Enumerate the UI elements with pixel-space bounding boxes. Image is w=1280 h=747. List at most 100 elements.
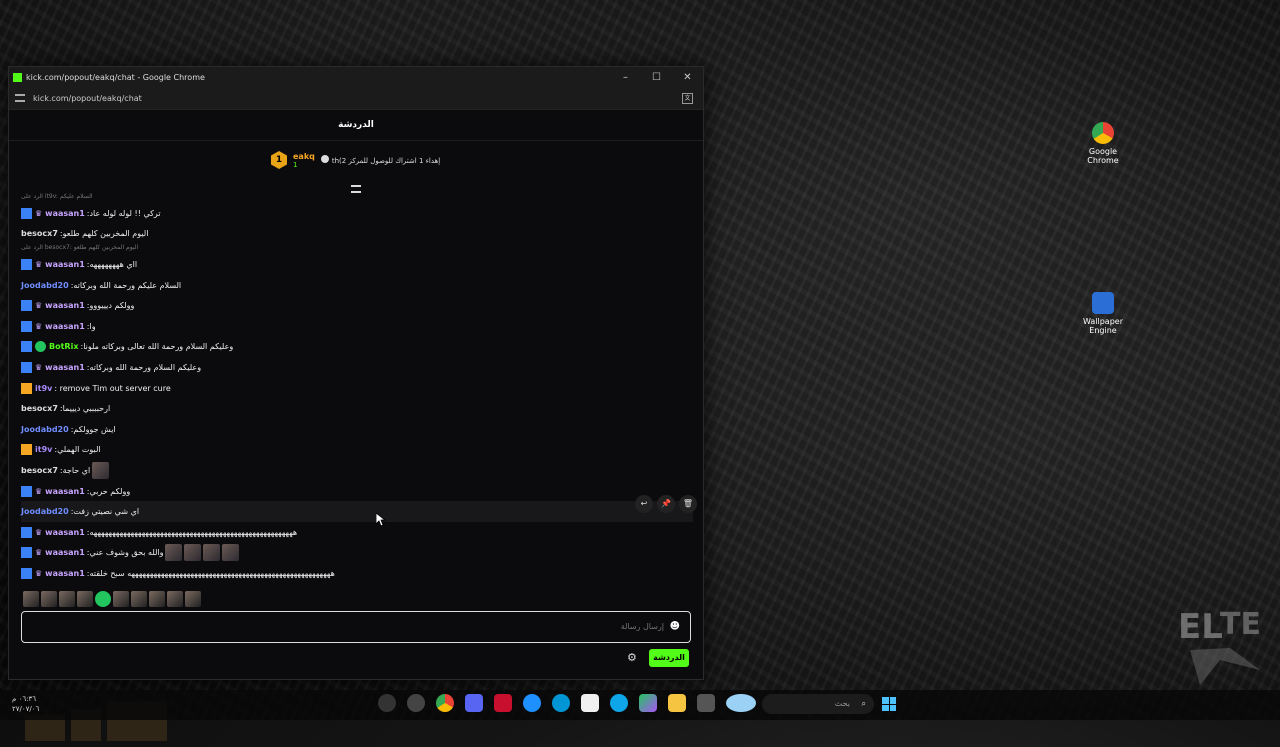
emoji-icon[interactable]: ☻ <box>670 621 680 632</box>
emote[interactable] <box>59 591 75 607</box>
chat-input-box[interactable]: ☻ <box>21 611 691 643</box>
close-button[interactable]: ✕ <box>672 72 703 83</box>
task-view-icon[interactable] <box>697 694 715 712</box>
emote[interactable] <box>167 591 183 607</box>
taskbar-search[interactable]: بحث ⌕ <box>762 694 874 714</box>
chat-username[interactable]: waasan1 <box>45 209 85 218</box>
site-settings-icon[interactable] <box>15 94 25 102</box>
translate-icon[interactable]: 文 <box>682 92 693 104</box>
pinned-user[interactable]: eakq <box>293 152 315 161</box>
mcafee-icon[interactable] <box>494 694 512 712</box>
hp-icon[interactable] <box>552 694 570 712</box>
emote[interactable] <box>131 591 147 607</box>
address-bar[interactable]: kick.com/popout/eakq/chat 文 <box>9 87 703 110</box>
chat-message[interactable]: ♛ waasan1:ااي ههههههههه <box>21 254 693 275</box>
chat-username[interactable]: it9v <box>35 384 52 393</box>
chat-username[interactable]: waasan1 <box>45 301 85 310</box>
taskbar-clock[interactable]: ٠٦:٣٦ م ٢٧/٠٧/٠٦ <box>12 694 39 714</box>
chat-username[interactable]: waasan1 <box>45 260 85 269</box>
chat-message[interactable]: ♛ waasan1:وولكم حربي <box>21 481 693 502</box>
chat-message[interactable]: ♛ waasan1:والله بحق وشوف عني <box>21 543 693 564</box>
chat-username[interactable]: Joodabd20 <box>21 507 69 516</box>
chat-username[interactable]: besocx7 <box>21 466 58 475</box>
weather-icon[interactable] <box>726 694 756 712</box>
discord-icon[interactable] <box>465 694 483 712</box>
pinned-gifter[interactable]: 1 eakq 1 th(إهداء 1 اشتراك للوصول للمركز… <box>271 151 440 169</box>
chat-message[interactable]: BotRix:وعليكم السلام ورحمة الله تعالى وب… <box>21 337 693 358</box>
chrome-taskbar-icon[interactable] <box>436 694 454 712</box>
chrome-icon <box>1092 122 1114 144</box>
maximize-button[interactable]: ☐ <box>641 72 672 83</box>
obs-icon[interactable] <box>378 694 396 712</box>
chat-message[interactable]: ♛ waasan1:ههههههههههههههههههههههههههههههه… <box>21 563 693 584</box>
chat-message[interactable]: besocx7:اي حاجة <box>21 460 693 481</box>
minimize-button[interactable]: – <box>610 72 641 83</box>
chat-username[interactable]: BotRix <box>49 342 78 351</box>
chat-message[interactable]: it9v:البوت الهملي <box>21 440 693 461</box>
moderator-badge-icon <box>21 526 32 538</box>
emote[interactable] <box>77 591 93 607</box>
store-icon[interactable] <box>581 694 599 712</box>
copilot-icon[interactable] <box>639 694 657 712</box>
chat-text: :اليوم المخربين كلهم طلعو <box>59 229 149 239</box>
emote <box>222 544 240 562</box>
moderator-badge-icon <box>21 300 32 312</box>
send-chat-button[interactable]: الدردشة <box>649 649 689 667</box>
chat-username[interactable]: waasan1 <box>45 322 85 331</box>
steam-icon[interactable] <box>407 694 425 712</box>
chat-message[interactable]: Joodabd20:ايش جوولكم <box>21 419 693 440</box>
emote[interactable] <box>41 591 57 607</box>
chat-username[interactable]: waasan1 <box>45 569 85 578</box>
chat-message[interactable]: besocx7:اليوم المخربين كلهم طلعو <box>21 224 693 245</box>
collapse-icon[interactable] <box>351 185 361 193</box>
chat-username[interactable]: waasan1 <box>45 528 85 537</box>
chat-message[interactable]: Joodabd20:اي شي نصيتي زفت <box>21 501 693 522</box>
settings-gear-icon[interactable]: ⚙ <box>627 651 637 664</box>
chat-message[interactable]: ♛ waasan1:وولكم ديييووو <box>21 295 693 316</box>
delete-icon[interactable]: 🗑 <box>679 495 697 513</box>
chat-username[interactable]: besocx7 <box>21 404 58 413</box>
chat-text: :البوت الهملي <box>54 445 101 455</box>
desktop-icon-chrome[interactable]: Google Chrome <box>1073 122 1133 165</box>
help-icon[interactable] <box>523 694 541 712</box>
chat-username[interactable]: it9v <box>35 445 52 454</box>
chat-message[interactable]: ♛ waasan1:ههههههههههههههههههههههههههههههه… <box>21 522 693 543</box>
start-button[interactable] <box>882 697 896 711</box>
url-text[interactable]: kick.com/popout/eakq/chat <box>33 94 142 103</box>
desktop-icon-wallpaper-engine[interactable]: Wallpaper Engine <box>1073 292 1133 335</box>
chat-username[interactable]: waasan1 <box>45 363 85 372</box>
chat-username[interactable]: Joodabd20 <box>21 425 69 434</box>
emote[interactable] <box>149 591 165 607</box>
emote[interactable] <box>23 591 39 607</box>
chat-input[interactable] <box>362 621 666 632</box>
file-explorer-icon[interactable] <box>668 694 686 712</box>
reply-context[interactable]: الرد على it9v: السلام عليكم <box>21 193 693 203</box>
moderator-badge-icon <box>21 258 32 270</box>
desktop-icon-label: Wallpaper Engine <box>1082 317 1123 335</box>
chat-message[interactable]: ♛ waasan1:وا <box>21 316 693 337</box>
edge-icon[interactable] <box>610 694 628 712</box>
pinned-count: 1 <box>293 160 298 169</box>
chat-message[interactable]: ♛ waasan1:وعليكم السلام ورحمة الله وبركات… <box>21 357 693 378</box>
emote <box>165 544 183 562</box>
chat-username[interactable]: besocx7 <box>21 229 58 238</box>
window-titlebar[interactable]: kick.com/popout/eakq/chat - Google Chrom… <box>9 67 703 87</box>
chat-message[interactable]: it9v: remove Tim out server cure <box>21 378 693 399</box>
emote[interactable] <box>95 591 111 607</box>
chat-message[interactable]: Joodabd20:السلام عليكم ورحمة الله وبركات… <box>21 275 693 296</box>
emote[interactable] <box>113 591 129 607</box>
reply-icon[interactable]: ↩ <box>635 495 653 513</box>
chat-username[interactable]: waasan1 <box>45 548 85 557</box>
chat-message[interactable]: besocx7:ارحببببي ديييما <box>21 398 693 419</box>
moderator-badge-icon <box>21 485 32 497</box>
chat-username[interactable]: Joodabd20 <box>21 281 69 290</box>
chat-username[interactable]: waasan1 <box>45 487 85 496</box>
svg-text:TE: TE <box>1220 607 1261 642</box>
vip-badge-icon <box>21 444 32 456</box>
chat-message[interactable]: ♛ waasan1:تركي !! لوله لوله عاد <box>21 203 693 224</box>
chat-text: :ااي ههههههههه <box>86 259 138 269</box>
reply-context[interactable]: الرد على besocx7: اليوم المخربين كلهم طل… <box>21 244 693 254</box>
pin-icon[interactable]: 📌 <box>657 495 675 513</box>
crown-icon: ♛ <box>35 486 43 496</box>
emote[interactable] <box>185 591 201 607</box>
